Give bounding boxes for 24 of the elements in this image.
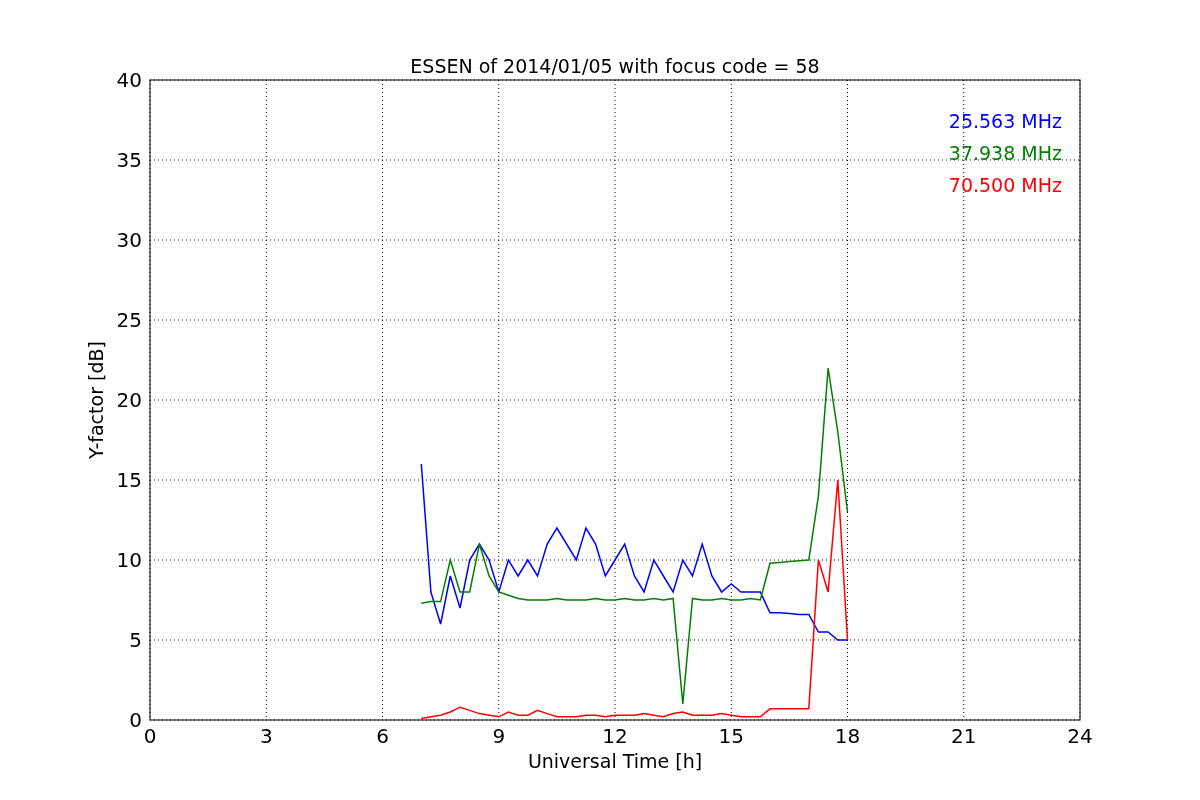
x-tick-label: 18 xyxy=(834,724,861,748)
y-axis-label: Y-factor [dB] xyxy=(85,341,107,459)
x-tick-label: 12 xyxy=(602,724,628,748)
x-tick-label: 9 xyxy=(492,724,506,748)
legend-label: 37.938 MHz xyxy=(948,142,1062,164)
y-tick-label: 0 xyxy=(129,708,142,732)
y-tick-label: 35 xyxy=(116,148,142,172)
y-tick-label: 5 xyxy=(129,628,142,652)
x-tick-label: 24 xyxy=(1067,724,1093,748)
y-tick-label: 10 xyxy=(116,548,142,572)
x-tick-label: 21 xyxy=(951,724,977,748)
x-axis-label: Universal Time [h] xyxy=(527,750,703,772)
chart-title: ESSEN of 2014/01/05 with focus code = 58 xyxy=(410,55,820,77)
legend-label: 70.500 MHz xyxy=(948,174,1062,196)
legend-label: 25.563 MHz xyxy=(948,110,1062,132)
y-tick-label: 40 xyxy=(116,68,142,92)
y-tick-label: 25 xyxy=(116,308,142,332)
x-tick-label: 15 xyxy=(718,724,744,748)
x-tick-label: 3 xyxy=(259,724,273,748)
x-tick-label: 6 xyxy=(376,724,389,748)
y-tick-label: 30 xyxy=(116,228,142,252)
x-tick-label: 0 xyxy=(143,724,157,748)
y-tick-label: 20 xyxy=(116,388,142,412)
y-tick-label: 15 xyxy=(116,468,142,492)
